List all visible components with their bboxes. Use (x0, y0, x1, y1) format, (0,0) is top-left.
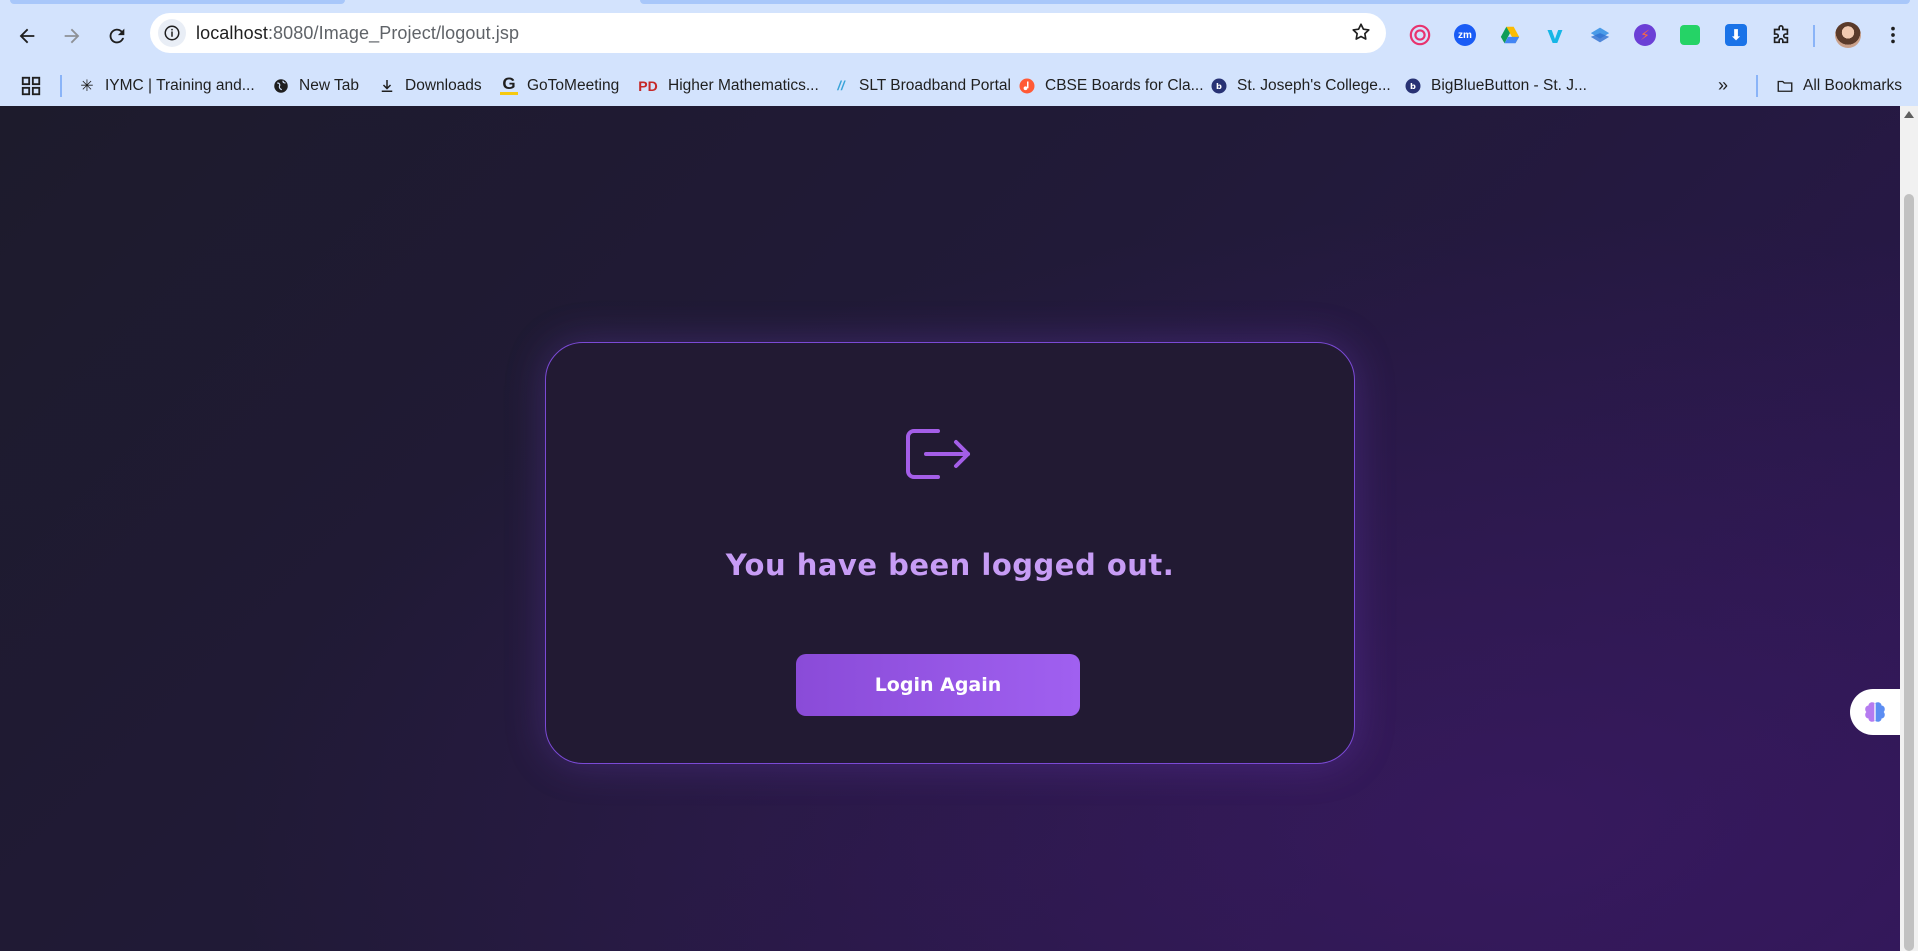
bolt-icon[interactable]: ⚡ (1632, 22, 1658, 48)
bookmarks-bar: ✳ IYMC | Training and... New Tab Downloa… (0, 65, 1918, 106)
apps-grid-icon[interactable] (20, 65, 42, 106)
pd-icon: PD (638, 77, 658, 94)
bookmark-label: SLT Broadband Portal (859, 76, 1011, 94)
gotomeeting-icon: G (500, 74, 518, 95)
star-icon (1352, 23, 1370, 40)
whatsapp-icon[interactable] (1677, 22, 1703, 48)
avatar[interactable] (1835, 22, 1861, 48)
bookmark-cbse[interactable]: CBSE Boards for Cla... (1018, 65, 1204, 106)
bookmark-slt[interactable]: // SLT Broadband Portal (832, 65, 1011, 106)
tab-previous[interactable] (10, 0, 345, 4)
reload-icon (109, 28, 125, 44)
bookmark-label: IYMC | Training and... (105, 76, 255, 94)
target-icon[interactable] (1407, 22, 1433, 48)
bookmark-label: St. Joseph's College... (1237, 76, 1391, 94)
vimeo-icon[interactable]: v (1542, 21, 1568, 49)
all-bookmarks-folder[interactable]: All Bookmarks (1776, 65, 1902, 106)
scroll-up-arrow-icon[interactable] (1904, 111, 1914, 118)
bookmark-star-button[interactable] (1350, 21, 1372, 48)
url-text[interactable]: localhost:8080/Image_Project/logout.jsp (196, 23, 519, 44)
bookmark-gotomeeting[interactable]: G GoToMeeting (500, 65, 619, 106)
bookmarks-separator (60, 75, 62, 97)
svg-text:b: b (1410, 81, 1416, 91)
download-icon (378, 77, 396, 95)
bookmarks-separator (1756, 75, 1758, 97)
info-icon (164, 25, 180, 41)
bigbluebutton-icon: b (1210, 77, 1228, 95)
bookmark-downloads[interactable]: Downloads (378, 65, 482, 106)
page-viewport: You have been logged out. Login Again (0, 106, 1900, 951)
folder-icon (1776, 77, 1794, 95)
bookmark-higher-mathematics[interactable]: PD Higher Mathematics... (637, 65, 819, 106)
extensions-puzzle-icon[interactable] (1768, 22, 1794, 48)
more-bookmarks-chevron-icon[interactable]: » (1718, 65, 1728, 106)
bookmark-label: BigBlueButton - St. J... (1431, 76, 1587, 94)
url-path: :8080/Image_Project/logout.jsp (267, 23, 520, 43)
reload-button[interactable] (100, 19, 134, 53)
logout-message: You have been logged out. (725, 548, 1175, 582)
svg-text:b: b (1216, 81, 1222, 91)
browser-toolbar: localhost:8080/Image_Project/logout.jsp … (0, 5, 1918, 65)
bookmark-label: GoToMeeting (527, 76, 620, 94)
back-button[interactable] (10, 19, 44, 53)
brain-extension-icon[interactable] (1850, 689, 1900, 735)
page-scrollbar[interactable] (1900, 106, 1918, 951)
download-icon[interactable]: ⬇ (1723, 22, 1749, 48)
bookmark-new-tab[interactable]: New Tab (272, 65, 359, 106)
all-bookmarks-label: All Bookmarks (1803, 76, 1903, 94)
bookmark-iymc[interactable]: ✳ IYMC | Training and... (78, 65, 255, 106)
bigbluebutton-icon: b (1404, 77, 1422, 95)
iymc-icon: ✳ (80, 77, 94, 95)
tab-next[interactable] (640, 0, 1910, 4)
scrollbar-thumb[interactable] (1904, 194, 1914, 951)
back-arrow-icon (19, 28, 35, 44)
bookmark-st-josephs[interactable]: b St. Joseph's College... (1210, 65, 1391, 106)
bookmark-label: Downloads (405, 76, 482, 94)
toolbar-separator (1813, 25, 1815, 47)
zoom-icon[interactable]: zm (1452, 22, 1478, 48)
globe-icon (272, 77, 290, 95)
google-drive-icon[interactable] (1497, 22, 1523, 48)
bookmark-label: CBSE Boards for Cla... (1045, 76, 1204, 94)
forward-button[interactable] (55, 19, 89, 53)
music-icon (1018, 77, 1036, 95)
bookmark-label: New Tab (299, 76, 360, 94)
logout-icon (906, 429, 970, 479)
address-bar[interactable]: localhost:8080/Image_Project/logout.jsp (150, 13, 1386, 53)
bookmark-label: Higher Mathematics... (668, 76, 819, 94)
forward-arrow-icon (64, 28, 80, 44)
url-host: localhost (196, 23, 268, 43)
layers-icon[interactable] (1587, 22, 1613, 48)
slt-icon: // (837, 78, 845, 93)
bookmark-bigbluebutton[interactable]: b BigBlueButton - St. J... (1404, 65, 1587, 106)
login-again-button[interactable]: Login Again (796, 654, 1080, 716)
site-info-button[interactable] (158, 19, 186, 47)
logout-card: You have been logged out. Login Again (545, 342, 1355, 764)
menu-kebab-icon[interactable] (1880, 22, 1906, 48)
